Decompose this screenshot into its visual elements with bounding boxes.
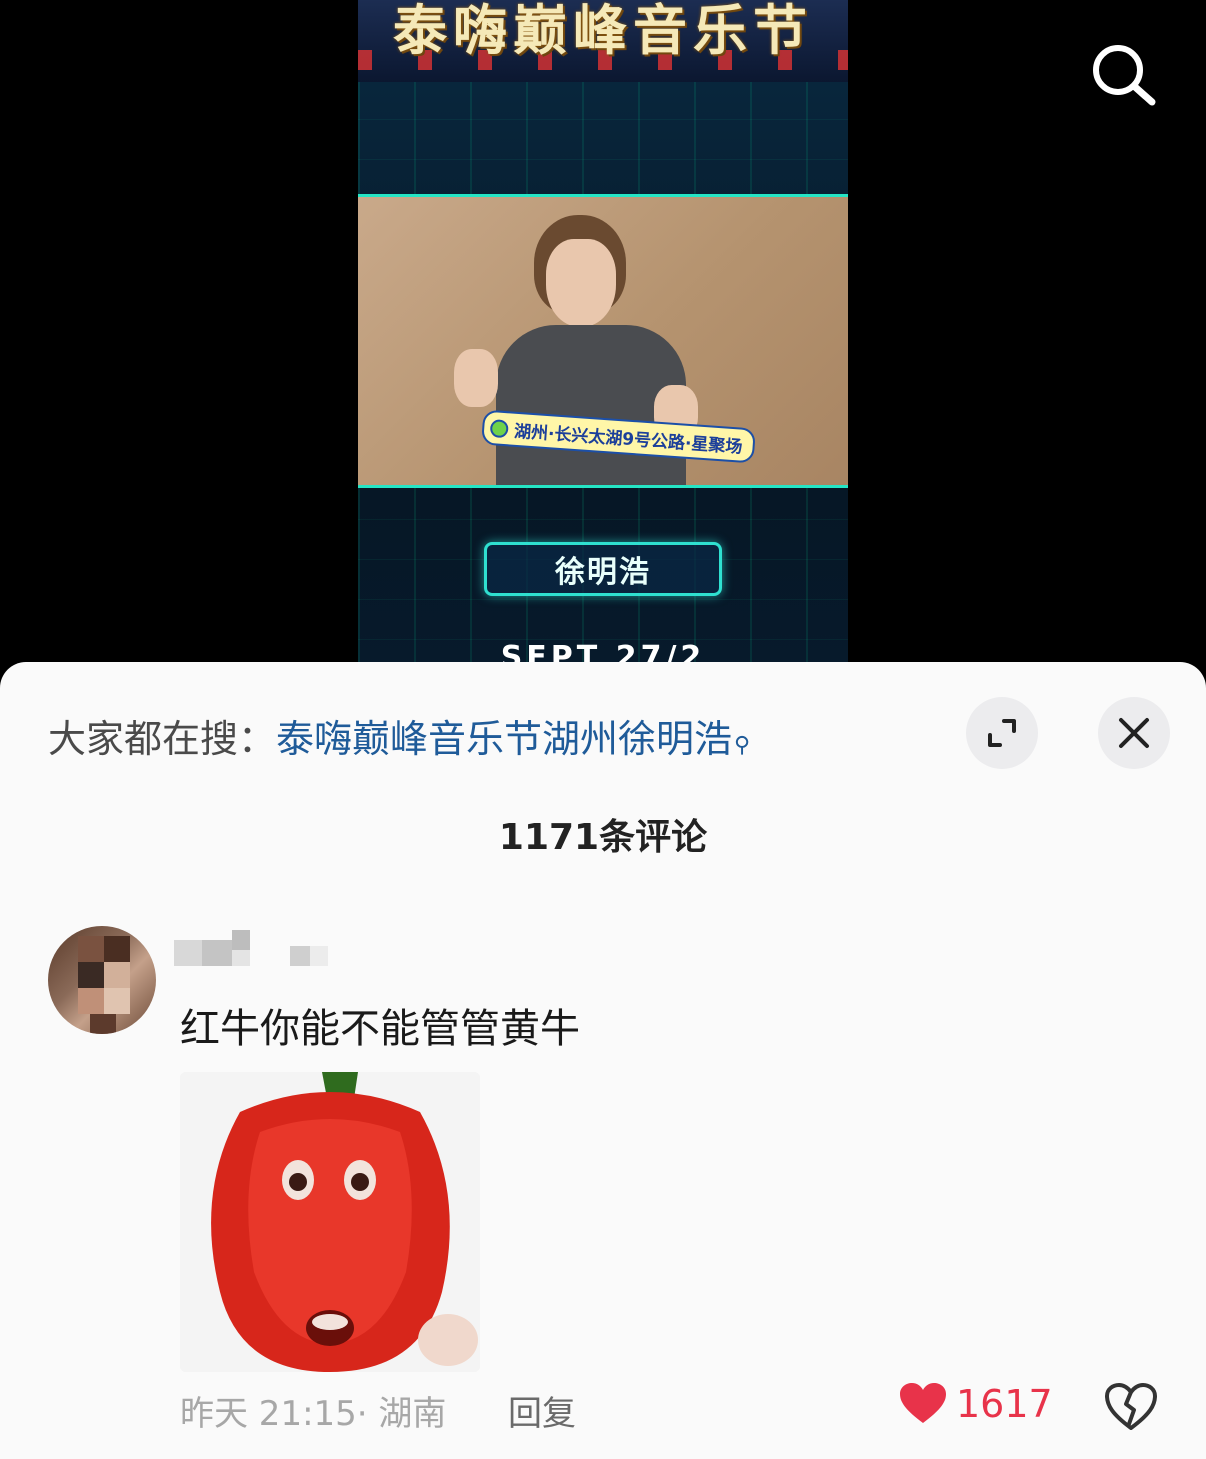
username-blurred[interactable] xyxy=(174,930,328,966)
comment-sheet: 大家都在搜： 泰嗨巅峰音乐节湖州徐明浩 ⚲ 1171条评论 红牛你能不能管管黄牛… xyxy=(0,662,1206,1459)
expand-button[interactable] xyxy=(966,697,1038,769)
person-face xyxy=(546,239,616,327)
reply-button[interactable]: 回复 xyxy=(508,1386,576,1435)
heart-icon xyxy=(900,1383,946,1423)
like-count: 1617 xyxy=(956,1382,1053,1426)
search-button[interactable] xyxy=(1086,38,1158,110)
expand-icon xyxy=(988,719,1016,747)
comment-meta: 昨天 21:15· 湖南 xyxy=(180,1386,446,1435)
video-title-art: 泰嗨巅峰音乐节 xyxy=(393,0,813,62)
like-button[interactable]: 1617 xyxy=(900,1382,1053,1426)
artist-name: 徐明浩 xyxy=(555,555,651,590)
suggestion-prefix: 大家都在搜： xyxy=(48,717,277,761)
comment-page: 泰嗨巅峰音乐节 湖州·长兴太湖9号公路·星聚场 徐明浩 SEPT 27/2 大家… xyxy=(0,0,1206,1459)
avatar[interactable] xyxy=(48,926,156,1034)
broken-heart-icon xyxy=(1105,1383,1157,1430)
comment-time: 昨天 21:15 xyxy=(180,1394,357,1434)
person-hand xyxy=(454,349,498,407)
video-player[interactable]: 泰嗨巅峰音乐节 湖州·长兴太湖9号公路·星聚场 徐明浩 SEPT 27/2 xyxy=(358,0,848,680)
location-pin-icon xyxy=(489,418,509,438)
close-icon xyxy=(1119,718,1149,748)
comment-count: 1171条评论 xyxy=(498,817,708,858)
pepper-face-sticker xyxy=(180,1072,480,1372)
comment-text: 红牛你能不能管管黄牛 xyxy=(180,1006,580,1052)
search-icon xyxy=(1093,45,1156,106)
search-suggestion[interactable]: 大家都在搜： 泰嗨巅峰音乐节湖州徐明浩 ⚲ xyxy=(48,708,750,763)
comment-sticker-image[interactable] xyxy=(180,1072,480,1372)
video-frame: 湖州·长兴太湖9号公路·星聚场 xyxy=(358,194,848,488)
suggestion-query-link[interactable]: 泰嗨巅峰音乐节湖州徐明浩 xyxy=(276,708,732,763)
video-top-banner: 泰嗨巅峰音乐节 xyxy=(358,0,848,85)
dislike-button[interactable] xyxy=(1104,1382,1158,1432)
search-small-icon: ⚲ xyxy=(734,733,751,758)
close-button[interactable] xyxy=(1098,697,1170,769)
artist-name-plate: 徐明浩 xyxy=(484,542,722,596)
comment-region: · 湖南 xyxy=(356,1394,447,1434)
